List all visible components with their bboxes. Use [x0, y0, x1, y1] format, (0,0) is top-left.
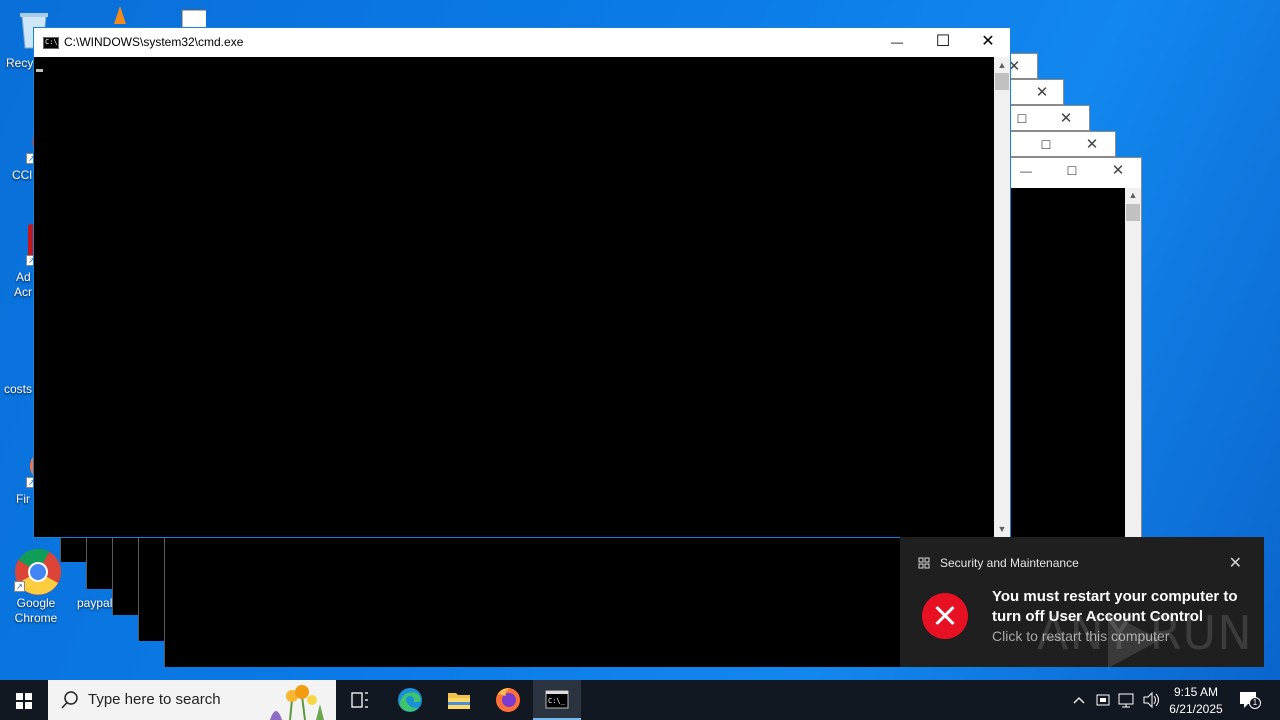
chevron-up-icon — [1073, 697, 1085, 704]
toast-close-icon[interactable]: ✕ — [1229, 553, 1242, 573]
desktop-icon-label: paypal — [77, 596, 113, 610]
clock[interactable]: 9:15 AM 6/21/2025 — [1156, 684, 1236, 718]
windows-logo-icon — [16, 693, 32, 709]
network-icon — [1118, 693, 1134, 708]
search-placeholder: Type here to search — [88, 691, 221, 708]
file-explorer-icon — [448, 693, 470, 709]
scroll-thumb[interactable] — [995, 73, 1009, 90]
close-icon[interactable]: ✕ — [1095, 158, 1141, 184]
window-title: C:\WINDOWS\system32\cmd.exe — [64, 35, 244, 49]
background-cmd-window[interactable]: ☐ ✕ — [1000, 105, 1090, 131]
close-icon[interactable]: ✕ — [1019, 80, 1065, 106]
close-icon: ✕ — [981, 33, 995, 50]
firefox-icon — [496, 688, 520, 712]
error-icon — [922, 593, 968, 639]
taskbar-firefox[interactable] — [484, 680, 532, 720]
clock-date: 6/21/2025 — [1169, 702, 1223, 716]
edge-icon — [398, 688, 422, 712]
desktop-icon-paypal[interactable]: paypal — [60, 596, 120, 611]
title-bar[interactable]: C:\_ C:\WINDOWS\system32\cmd.exe — ☐ ✕ — [34, 28, 1010, 57]
security-flag-icon — [918, 557, 930, 569]
show-hidden-icons-button[interactable] — [1068, 680, 1090, 720]
clock-time: 9:15 AM — [1173, 685, 1219, 699]
toast-app-name: Security and Maintenance — [940, 556, 1079, 570]
minimize-icon: — — [891, 35, 903, 49]
usb-icon — [1096, 694, 1110, 706]
notification-count-badge: 1 — [1249, 697, 1261, 709]
taskbar: Type here to search C:\_ 9:15 AM 6/21/20… — [0, 680, 1280, 720]
text-cursor — [36, 69, 43, 72]
scroll-up-icon[interactable]: ▲ — [1125, 188, 1141, 202]
background-cmd-window-strip[interactable] — [164, 536, 904, 667]
start-button[interactable] — [0, 680, 48, 720]
task-view-icon — [351, 692, 368, 708]
cmd-icon: C:\_ — [43, 37, 62, 49]
tray-usb[interactable] — [1092, 680, 1114, 720]
maximize-icon[interactable]: ☐ — [1023, 132, 1069, 158]
background-cmd-window[interactable]: — ☐ ✕ ▲ — [1000, 157, 1142, 548]
cmd-icon: C:\_ — [545, 690, 569, 709]
watermark: ANY RUN — [1037, 606, 1253, 660]
vertical-scrollbar[interactable]: ▲ ▼ — [994, 57, 1010, 537]
svg-text:C:\_: C:\_ — [548, 697, 566, 705]
desktop-icon-label-line2: Chrome — [14, 611, 58, 625]
scroll-down-icon[interactable]: ▼ — [994, 521, 1010, 537]
action-center-button[interactable]: 1 — [1234, 680, 1264, 720]
shortcut-arrow-icon: ↗ — [14, 581, 25, 592]
scroll-thumb[interactable] — [1126, 204, 1140, 221]
task-view-button[interactable] — [336, 680, 384, 720]
desktop: Recy ↗ CCl ↗ Ad Acr costs ↗ Fir ↗ Google… — [0, 0, 1280, 680]
background-cmd-window[interactable]: ☐ ✕ — [1000, 131, 1116, 157]
tray-network[interactable] — [1115, 680, 1139, 720]
maximize-icon[interactable]: ☐ — [1049, 158, 1095, 184]
console-area[interactable] — [34, 57, 995, 537]
cmd-window[interactable]: C:\_ C:\WINDOWS\system32\cmd.exe — ☐ ✕ ▲… — [33, 27, 1011, 538]
close-button[interactable]: ✕ — [965, 28, 1011, 57]
close-icon[interactable]: ✕ — [1043, 106, 1089, 132]
close-icon[interactable]: ✕ — [1069, 132, 1115, 158]
maximize-icon: ☐ — [935, 33, 951, 50]
taskbar-cmd[interactable]: C:\_ — [533, 680, 581, 720]
vlc-icon — [90, 4, 134, 26]
minimize-button[interactable]: — — [874, 28, 920, 57]
printer-icon — [162, 4, 217, 29]
taskbar-file-explorer[interactable] — [435, 680, 483, 720]
scrollbar[interactable]: ▲ — [1125, 188, 1141, 548]
taskbar-edge[interactable] — [386, 680, 434, 720]
console-area[interactable] — [1001, 188, 1125, 548]
scroll-up-icon[interactable]: ▲ — [994, 57, 1010, 73]
maximize-button[interactable]: ☐ — [920, 28, 966, 57]
search-highlight-flowers-icon — [270, 685, 324, 720]
search-box[interactable]: Type here to search — [48, 680, 336, 720]
search-icon — [61, 691, 78, 709]
chrome-icon: ↗ — [14, 548, 61, 595]
